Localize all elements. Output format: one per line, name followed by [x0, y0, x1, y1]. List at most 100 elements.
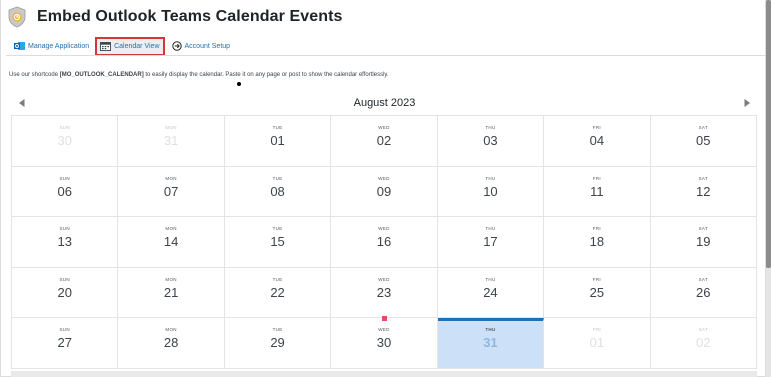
day-of-week-label: WED — [378, 175, 390, 181]
day-cell[interactable]: THU 03 — [437, 116, 545, 167]
calendar-icon — [100, 42, 112, 51]
day-cell[interactable]: THU 10 — [437, 166, 545, 218]
day-cell[interactable]: SUN 20 — [12, 267, 119, 319]
day-cell[interactable]: SUN 27 — [12, 318, 119, 369]
day-cell[interactable]: SAT 12 — [650, 166, 757, 218]
day-number: 11 — [590, 183, 604, 199]
tab-manage-application[interactable]: Manage Application — [11, 37, 92, 55]
day-cell[interactable]: FRI 01 — [544, 318, 651, 369]
day-number: 24 — [483, 284, 498, 300]
day-of-week-label: SAT — [698, 327, 708, 333]
day-cell[interactable]: SUN 30 — [12, 116, 119, 167]
day-of-week-label: SAT — [698, 226, 708, 232]
day-cell[interactable]: THU 24 — [437, 267, 545, 319]
day-of-week-label: SUN — [59, 175, 70, 181]
day-cell[interactable]: SUN 13 — [12, 217, 119, 268]
day-of-week-label: TUE — [272, 226, 283, 232]
day-cell[interactable]: WED 16 — [331, 217, 438, 268]
day-cell[interactable]: MON 07 — [118, 166, 225, 218]
day-cell[interactable]: FRI 11 — [544, 166, 651, 218]
day-number: 07 — [163, 183, 179, 199]
day-of-week-label: WED — [378, 125, 390, 130]
vertical-scrollbar[interactable] — [766, 0, 771, 377]
day-of-week-label: SAT — [698, 276, 708, 282]
next-month-button[interactable] — [740, 96, 754, 110]
day-cell[interactable]: SAT 26 — [650, 267, 757, 319]
day-cell[interactable]: TUE 29 — [224, 318, 332, 369]
day-of-week-label: TUE — [272, 276, 283, 282]
day-cell-today[interactable]: THU 31 — [437, 318, 545, 369]
day-cell[interactable]: FRI 25 — [544, 267, 651, 319]
day-of-week-label: THU — [485, 125, 496, 130]
day-cell[interactable]: WED 02 — [331, 116, 438, 167]
day-of-week-label: MON — [165, 125, 177, 130]
arrow-circle-icon — [171, 41, 182, 51]
day-of-week-label: WED — [378, 276, 390, 282]
day-cell[interactable]: MON 28 — [118, 318, 225, 369]
day-number: 14 — [163, 234, 179, 250]
day-number: 04 — [589, 133, 605, 148]
day-cell[interactable]: TUE 22 — [224, 267, 332, 319]
day-cell[interactable]: SAT 02 — [650, 318, 757, 369]
day-number: 08 — [270, 183, 285, 199]
day-cell[interactable]: FRI 04 — [544, 116, 651, 167]
day-number: 30 — [376, 335, 392, 351]
day-number: 21 — [163, 284, 179, 300]
info-suffix: to easily display the calendar. Paste it… — [143, 72, 389, 78]
tab-bar: Manage Application Calendar View Account… — [11, 36, 233, 56]
tab-account-setup[interactable]: Account Setup — [169, 37, 234, 55]
day-of-week-label: SUN — [59, 226, 70, 232]
day-number: 28 — [163, 335, 179, 351]
day-number: 02 — [696, 335, 711, 351]
day-of-week-label: TUE — [272, 175, 283, 181]
day-cell[interactable]: MON 21 — [118, 267, 225, 319]
day-of-week-label: FRI — [592, 226, 601, 232]
day-of-week-label: THU — [485, 175, 496, 181]
day-number: 02 — [376, 133, 392, 148]
page-header: Embed Outlook Teams Calendar Events — [7, 4, 343, 30]
day-number: 27 — [57, 335, 72, 351]
day-cell[interactable]: TUE 01 — [224, 116, 332, 167]
day-of-week-label: SUN — [59, 276, 70, 282]
tab-calendar-view[interactable]: Calendar View — [95, 36, 165, 56]
day-of-week-label: THU — [485, 226, 496, 232]
day-of-week-label: MON — [165, 276, 177, 282]
day-cell[interactable]: FRI 18 — [544, 217, 651, 268]
day-cell[interactable]: SUN 06 — [12, 166, 119, 218]
chevron-right-icon — [744, 99, 750, 107]
horizontal-scrollbar[interactable] — [11, 371, 757, 377]
day-cell[interactable]: MON 31 — [118, 116, 225, 167]
day-number: 18 — [589, 234, 605, 250]
day-of-week-label: SAT — [698, 125, 708, 130]
day-of-week-label: FRI — [592, 175, 601, 181]
day-cell[interactable]: SAT 19 — [650, 217, 757, 268]
day-number: 30 — [57, 133, 72, 148]
shortcode-text: [MO_OUTLOOK_CALENDAR] — [59, 72, 144, 78]
day-of-week-label: SAT — [698, 175, 708, 181]
day-cell[interactable]: SAT 05 — [650, 116, 757, 167]
day-number: 01 — [589, 335, 605, 351]
day-cell[interactable]: WED 30 — [331, 318, 438, 369]
day-number: 17 — [483, 234, 498, 250]
day-number: 20 — [57, 284, 72, 300]
tab-label: Calendar View — [114, 42, 160, 50]
day-number: 16 — [376, 234, 392, 250]
day-number: 19 — [696, 234, 711, 250]
day-cell[interactable]: WED 09 — [331, 166, 438, 218]
day-of-week-label: TUE — [272, 125, 283, 130]
day-cell[interactable]: TUE 15 — [224, 217, 332, 268]
day-number: 03 — [483, 133, 498, 148]
day-of-week-label: SUN — [59, 327, 70, 333]
day-cell[interactable]: WED 23 — [331, 267, 438, 321]
day-cell[interactable]: THU 17 — [437, 217, 545, 268]
day-number: 12 — [696, 183, 711, 199]
day-cell[interactable]: MON 14 — [118, 217, 225, 268]
day-number: 05 — [696, 133, 711, 148]
info-prefix: Use our shortcode — [9, 72, 60, 78]
day-cell[interactable]: TUE 08 — [224, 166, 332, 218]
tabs-divider — [6, 55, 766, 56]
day-of-week-label: FRI — [592, 276, 601, 282]
scrollbar-thumb[interactable] — [766, 0, 771, 268]
day-number: 29 — [270, 335, 285, 351]
day-of-week-label: MON — [165, 226, 177, 232]
